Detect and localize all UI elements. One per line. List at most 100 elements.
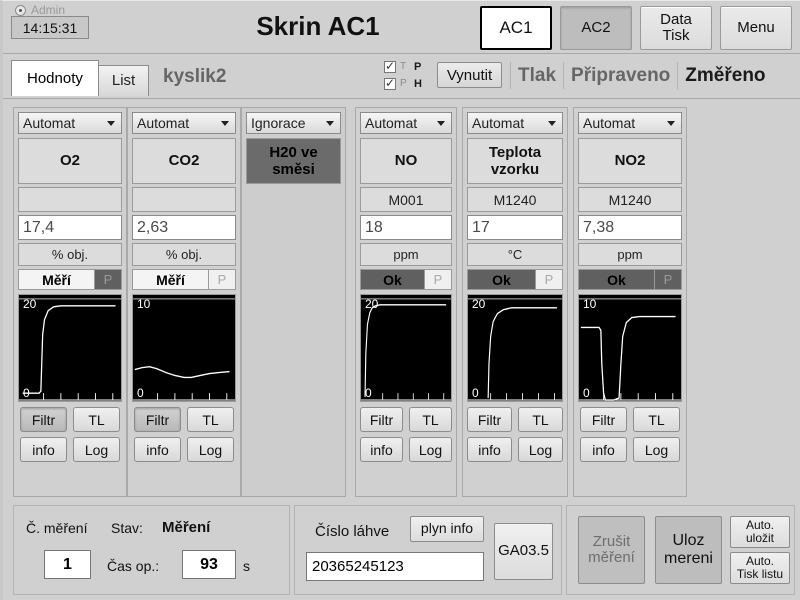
tl-button[interactable]: TL [633,407,680,432]
channel-button-pad: Filtr TL info Log [467,407,563,462]
channel-status: Ok P [578,269,682,290]
mode-select[interactable]: Automat [360,112,452,134]
trend-graph[interactable]: 20 0 [360,294,452,402]
tl-button[interactable]: TL [73,407,120,432]
log-button[interactable]: Log [187,437,234,462]
bottle-panel: Číslo láhve plyn info 20365245123 GA03.5 [294,505,562,595]
mode-select-value: Automat [137,115,190,131]
channel-unit: ppm [578,243,682,266]
filter-button[interactable]: Filtr [467,407,512,432]
graph-min-label: 0 [472,386,479,400]
filter-button[interactable]: Filtr [360,407,403,432]
info-button[interactable]: info [134,437,181,462]
cancel-measurement-button[interactable]: Zrušit měření [578,516,645,584]
force-button[interactable]: Vynutit [437,62,502,88]
log-button[interactable]: Log [73,437,120,462]
gas-code-button[interactable]: GA03.5 [494,523,553,580]
channel-column: Automat NO2 M1240 7,38 ppm Ok P 10 0 Filtr TL info L… [573,107,687,497]
log-button[interactable]: Log [518,437,563,462]
channel-name: NO2 [578,138,682,184]
channel-unit: ppm [360,243,452,266]
channel-column: Automat O2 17,4% obj. Měří P 20 0 Filtr TL info Lo… [13,107,127,497]
footer-bar: Č. měření Stav: Měření 1 Čas op.: 93 s Č… [3,500,800,600]
ac2-button[interactable]: AC2 [560,6,632,50]
channel-value[interactable]: 7,38 [578,215,682,240]
ph-label-b: H [414,77,422,90]
log-button[interactable]: Log [633,437,680,462]
pressure-indicator: P [208,270,235,289]
tl-button[interactable]: TL [518,407,563,432]
status-pripraveno: Připraveno [563,62,677,89]
mode-select-value: Automat [472,115,525,131]
graph-max-label: 20 [23,297,37,311]
channel-value[interactable]: 17,4 [18,215,122,240]
channel-button-pad: Filtr TL info Log [360,407,452,462]
trend-graph[interactable]: 20 0 [467,294,563,402]
measurement-number-field[interactable]: 1 [44,550,91,579]
graph-min-label: 0 [365,386,372,400]
tp-checkbox[interactable] [384,59,396,73]
user-radio-icon[interactable] [15,4,26,16]
tab-list[interactable]: List [97,65,150,96]
tl-button[interactable]: TL [409,407,452,432]
state-value: Měření [162,519,211,536]
info-button[interactable]: info [580,437,627,462]
button-row: info Log [132,437,236,462]
chevron-down-icon [221,121,229,126]
user-indicator: Admin [15,3,65,17]
save-measurement-button[interactable]: Uloz mereni [655,516,722,584]
gas-info-button[interactable]: plyn info [410,516,484,542]
log-button[interactable]: Log [409,437,452,462]
operation-time-field: 93 [182,550,236,579]
checkbox-row-tp: T P [384,59,422,74]
mode-select[interactable]: Ignorace [246,112,341,134]
trend-graph[interactable]: 20 0 [18,294,122,402]
info-button[interactable]: info [467,437,512,462]
chevron-down-icon [548,121,556,126]
device-id: M1240 [578,187,682,212]
action-panel: Zrušit měření Uloz mereni Auto. uložit A… [566,505,795,595]
mode-select[interactable]: Automat [132,112,236,134]
mode-select[interactable]: Automat [578,112,682,134]
pressure-indicator: P [94,270,121,289]
mode-select[interactable]: Automat [467,112,563,134]
graph-max-label: 20 [472,297,486,311]
bottle-number-input[interactable]: 20365245123 [306,552,484,581]
channel-value[interactable]: 17 [467,215,563,240]
info-button[interactable]: info [360,437,403,462]
tl-button[interactable]: TL [187,407,234,432]
pressure-indicator: P [654,270,681,289]
trend-graph[interactable]: 10 0 [578,294,682,402]
clock-display: 14:15:31 [11,16,89,39]
menu-button[interactable]: Menu [720,6,792,50]
device-id: M1240 [467,187,563,212]
mode-select-value: Automat [583,115,636,131]
filter-button[interactable]: Filtr [580,407,627,432]
tp-label-a: T [400,61,407,72]
graph-max-label: 10 [583,297,597,311]
mode-select-value: Ignorace [251,115,306,131]
data-print-button[interactable]: Data Tisk [640,6,712,50]
measurement-count-label: Č. měření [26,520,88,536]
trend-graph[interactable]: 10 0 [132,294,236,402]
mode-select[interactable]: Automat [18,112,122,134]
button-row: Filtr TL [132,407,236,432]
auto-print-button[interactable]: Auto. Tisk listu [730,552,790,584]
filter-button[interactable]: Filtr [20,407,67,432]
channel-status: Ok P [360,269,452,290]
chevron-down-icon [326,121,334,126]
ac1-button[interactable]: AC1 [480,6,552,50]
button-row: info Log [360,437,452,462]
status-badge: Měří [133,270,208,289]
channel-value[interactable]: 2,63 [132,215,236,240]
tab-hodnoty[interactable]: Hodnoty [11,60,99,96]
recipe-name: kyslik2 [163,66,227,87]
auto-save-button[interactable]: Auto. uložit [730,516,790,548]
graph-min-label: 0 [23,386,30,400]
channel-value[interactable]: 18 [360,215,452,240]
filter-button[interactable]: Filtr [134,407,181,432]
channel-unit: % obj. [132,243,236,266]
info-button[interactable]: info [20,437,67,462]
channel-button-pad: Filtr TL info Log [578,407,682,462]
ph-checkbox[interactable] [384,76,396,90]
